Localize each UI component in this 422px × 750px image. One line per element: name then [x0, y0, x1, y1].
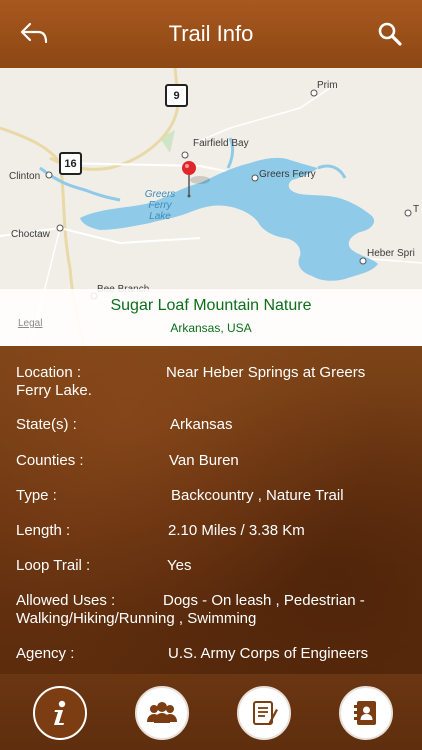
- tab-info[interactable]: [33, 686, 87, 740]
- detail-value-cont: Walking/Hiking/Running , Swimming: [16, 610, 257, 627]
- map-place-label: Heber Spri: [367, 248, 415, 259]
- tab-notes[interactable]: [237, 686, 291, 740]
- lake-label: Greers Ferry Lake: [140, 189, 180, 222]
- detail-value: Backcountry , Nature Trail: [171, 487, 344, 504]
- detail-label: Allowed Uses :: [16, 592, 116, 609]
- map-place-label: Greers Ferry: [259, 169, 316, 180]
- detail-row-length: Length : 2.10 Miles / 3.38 Km: [16, 522, 406, 540]
- group-icon: [147, 702, 177, 723]
- map-place-label: T: [413, 204, 420, 215]
- map-place-label: Fairfield Bay: [193, 138, 249, 149]
- lake-label-line: Greers: [144, 189, 176, 200]
- trail-name: Sugar Loaf Mountain Nature: [110, 297, 312, 314]
- detail-value: Arkansas: [170, 416, 233, 433]
- map-place-label: Choctaw: [11, 229, 50, 240]
- top-bar: Trail Info: [0, 0, 422, 68]
- detail-label: Agency :: [16, 645, 75, 662]
- tab-group[interactable]: [135, 686, 189, 740]
- detail-label: Loop Trail :: [16, 557, 91, 574]
- map-place-label: Prim: [317, 80, 338, 91]
- detail-row-location: Location : Near Heber Springs at Greers …: [16, 364, 406, 400]
- trail-location: Arkansas, USA: [170, 321, 252, 335]
- detail-row-type: Type : Backcountry , Nature Trail: [16, 487, 406, 505]
- detail-value: 2.10 Miles / 3.38 Km: [168, 522, 305, 539]
- tab-contacts[interactable]: [339, 686, 393, 740]
- search-icon: [378, 22, 402, 46]
- detail-label: State(s) :: [16, 416, 77, 433]
- detail-row-uses: Allowed Uses : Dogs - On leash , Pedestr…: [16, 592, 406, 628]
- detail-row-agency: Agency : U.S. Army Corps of Engineers: [16, 645, 406, 663]
- search-button[interactable]: [374, 18, 406, 50]
- detail-value: Dogs - On leash , Pedestrian -: [163, 592, 365, 609]
- detail-value: Near Heber Springs at Greers: [166, 364, 366, 381]
- detail-label: Counties :: [16, 452, 84, 469]
- back-button[interactable]: [18, 20, 52, 48]
- detail-label: Type :: [16, 487, 57, 504]
- page-title: Trail Info: [168, 21, 254, 46]
- detail-label: Location :: [16, 364, 82, 381]
- notes-icon: [253, 701, 278, 725]
- trail-details: Location : Near Heber Springs at Greers …: [0, 346, 422, 674]
- highway-shield: 9: [165, 84, 188, 107]
- detail-label: Length :: [16, 522, 71, 539]
- lake-label-line: Ferry: [148, 200, 172, 211]
- back-arrow-icon: [20, 22, 48, 44]
- highway-shield: 16: [59, 152, 82, 175]
- lake-label-line: Lake: [149, 211, 171, 222]
- detail-row-counties: Counties : Van Buren: [16, 452, 406, 470]
- detail-value: Yes: [167, 557, 192, 574]
- legal-link[interactable]: Legal: [18, 318, 42, 329]
- info-icon: [54, 700, 66, 725]
- contacts-icon: [354, 701, 376, 725]
- trail-callout[interactable]: Sugar Loaf Mountain Nature Arkansas, USA: [0, 289, 422, 346]
- detail-value: Van Buren: [169, 452, 239, 469]
- trail-map[interactable]: Prim Fairfield Bay Clinton Greers Ferry …: [0, 68, 422, 346]
- bottom-tab-bar: [0, 674, 422, 750]
- detail-row-loop: Loop Trail : Yes: [16, 557, 406, 575]
- detail-value: U.S. Army Corps of Engineers: [168, 645, 369, 662]
- map-place-label: Clinton: [9, 171, 41, 182]
- detail-row-states: State(s) : Arkansas: [16, 416, 406, 434]
- detail-value-cont: Ferry Lake.: [16, 382, 92, 399]
